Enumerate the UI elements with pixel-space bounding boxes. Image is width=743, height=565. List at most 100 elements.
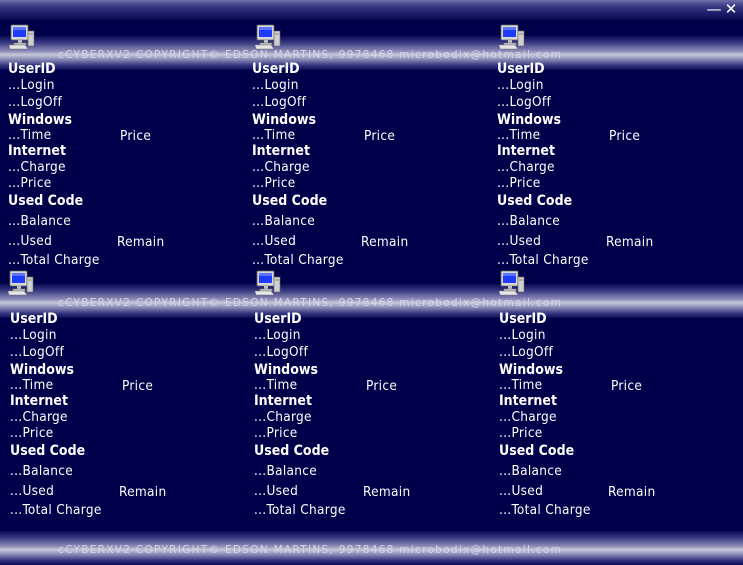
copyright-text: cCYBERXV2 COPYRIGHT© EDSON MARTINS, 9978… <box>58 297 563 309</box>
balance-label: ...Balance <box>252 213 316 229</box>
remain-label: Remain <box>117 234 165 250</box>
station-panel-2: UserID ...Login ...LogOff Windows ...Time Pri… <box>252 61 496 268</box>
station-panel-4: UserID ...Login ...LogOff Windows ...Time Pri… <box>10 311 254 518</box>
internet-label: Internet <box>252 143 310 159</box>
station-panel-3: UserID ...Login ...LogOff Windows ...Time Pri… <box>497 61 741 268</box>
userid-label: UserID <box>497 61 545 77</box>
time-label: ...Time <box>8 127 52 143</box>
login-label: ...Login <box>10 327 57 343</box>
balance-label: ...Balance <box>8 213 72 229</box>
login-label: ...Login <box>252 77 299 93</box>
copyright-text: cCYBERXV2 COPYRIGHT© EDSON MARTINS, 9978… <box>58 544 563 556</box>
price-label: ...Price <box>254 425 298 441</box>
windows-label: Windows <box>252 112 316 128</box>
windows-label: Windows <box>8 112 72 128</box>
logoff-label: ...LogOff <box>10 344 65 360</box>
computer-monitor-icon[interactable] <box>7 270 35 296</box>
price-header-label: Price <box>611 378 643 394</box>
price-label: ...Price <box>499 425 543 441</box>
charge-label: ...Charge <box>497 159 555 175</box>
station-panel-6: UserID ...Login ...LogOff Windows ...Time Pri… <box>499 311 743 518</box>
used-label: ...Used <box>252 233 297 249</box>
balance-label: ...Balance <box>499 463 563 479</box>
internet-label: Internet <box>497 143 555 159</box>
computer-monitor-icon[interactable] <box>498 24 526 50</box>
charge-label: ...Charge <box>10 409 68 425</box>
used-label: ...Used <box>499 483 544 499</box>
userid-label: UserID <box>254 311 302 327</box>
price-label: ...Price <box>8 175 52 191</box>
charge-label: ...Charge <box>499 409 557 425</box>
time-label: ...Time <box>254 377 298 393</box>
remain-label: Remain <box>363 484 411 500</box>
station-panel-5: UserID ...Login ...LogOff Windows ...Time Pri… <box>254 311 498 518</box>
used-code-label: Used Code <box>497 193 573 209</box>
remain-label: Remain <box>606 234 654 250</box>
remain-label: Remain <box>361 234 409 250</box>
used-code-label: Used Code <box>10 443 86 459</box>
computer-monitor-icon[interactable] <box>254 24 282 50</box>
logoff-label: ...LogOff <box>252 94 307 110</box>
login-label: ...Login <box>499 327 546 343</box>
logoff-label: ...LogOff <box>8 94 63 110</box>
minimize-button[interactable]: — <box>706 1 722 17</box>
balance-label: ...Balance <box>254 463 318 479</box>
total-charge-label: ...Total Charge <box>252 252 344 268</box>
logoff-label: ...LogOff <box>499 344 554 360</box>
login-label: ...Login <box>8 77 55 93</box>
price-label: ...Price <box>252 175 296 191</box>
computer-monitor-icon[interactable] <box>498 270 526 296</box>
login-label: ...Login <box>254 327 301 343</box>
price-header-label: Price <box>120 128 152 144</box>
price-label: ...Price <box>10 425 54 441</box>
computer-monitor-icon[interactable] <box>254 270 282 296</box>
internet-label: Internet <box>499 393 557 409</box>
price-header-label: Price <box>122 378 154 394</box>
total-charge-label: ...Total Charge <box>8 252 100 268</box>
time-label: ...Time <box>10 377 54 393</box>
internet-label: Internet <box>8 143 66 159</box>
time-label: ...Time <box>497 127 541 143</box>
charge-label: ...Charge <box>254 409 312 425</box>
used-label: ...Used <box>8 233 53 249</box>
total-charge-label: ...Total Charge <box>497 252 589 268</box>
windows-label: Windows <box>497 112 561 128</box>
total-charge-label: ...Total Charge <box>254 502 346 518</box>
price-header-label: Price <box>609 128 641 144</box>
windows-label: Windows <box>254 362 318 378</box>
used-label: ...Used <box>254 483 299 499</box>
total-charge-label: ...Total Charge <box>10 502 102 518</box>
computer-monitor-icon[interactable] <box>8 24 36 50</box>
price-header-label: Price <box>364 128 396 144</box>
used-code-label: Used Code <box>254 443 330 459</box>
userid-label: UserID <box>499 311 547 327</box>
userid-label: UserID <box>8 61 56 77</box>
close-button[interactable]: ✕ <box>723 1 739 17</box>
internet-label: Internet <box>10 393 68 409</box>
charge-label: ...Charge <box>8 159 66 175</box>
balance-label: ...Balance <box>497 213 561 229</box>
balance-label: ...Balance <box>10 463 74 479</box>
total-charge-label: ...Total Charge <box>499 502 591 518</box>
windows-label: Windows <box>499 362 563 378</box>
title-bar: — ✕ <box>0 0 743 20</box>
logoff-label: ...LogOff <box>254 344 309 360</box>
used-code-label: Used Code <box>252 193 328 209</box>
used-code-label: Used Code <box>499 443 575 459</box>
time-label: ...Time <box>252 127 296 143</box>
internet-label: Internet <box>254 393 312 409</box>
remain-label: Remain <box>119 484 167 500</box>
price-header-label: Price <box>366 378 398 394</box>
charge-label: ...Charge <box>252 159 310 175</box>
price-label: ...Price <box>497 175 541 191</box>
used-label: ...Used <box>497 233 542 249</box>
station-panel-1: UserID ...Login ...LogOff Windows ...Time Pri… <box>8 61 252 268</box>
userid-label: UserID <box>10 311 58 327</box>
remain-label: Remain <box>608 484 656 500</box>
userid-label: UserID <box>252 61 300 77</box>
used-label: ...Used <box>10 483 55 499</box>
windows-label: Windows <box>10 362 74 378</box>
copyright-text: cCYBERXV2 COPYRIGHT© EDSON MARTINS, 9978… <box>58 49 563 61</box>
used-code-label: Used Code <box>8 193 84 209</box>
login-label: ...Login <box>497 77 544 93</box>
